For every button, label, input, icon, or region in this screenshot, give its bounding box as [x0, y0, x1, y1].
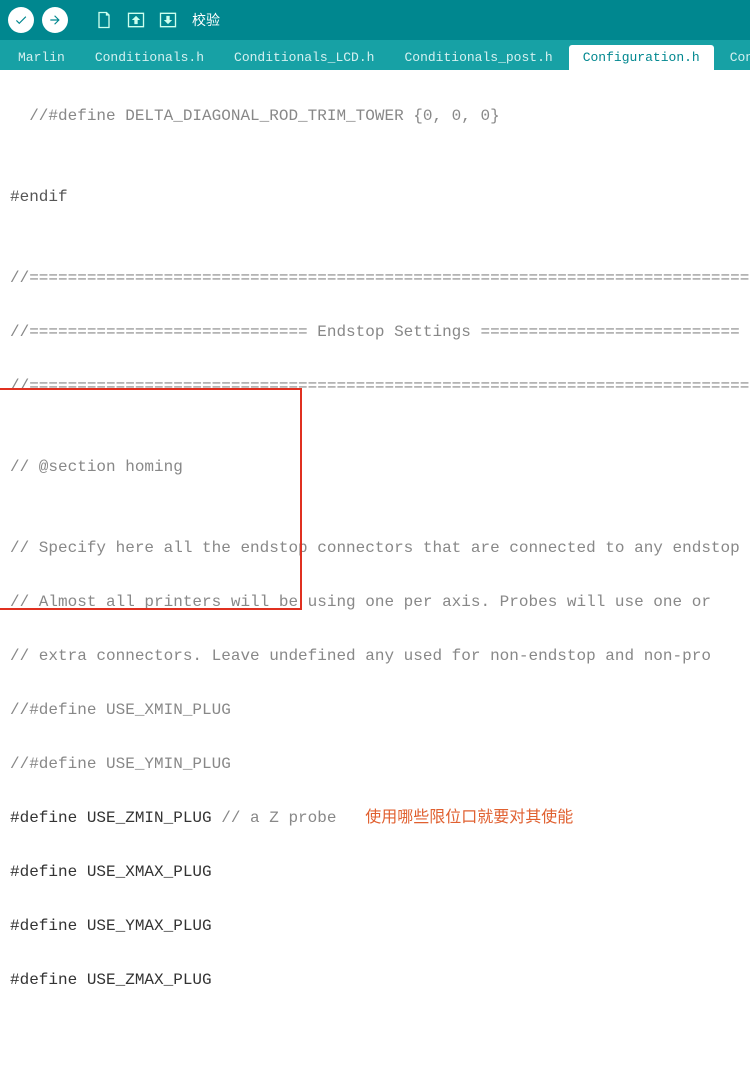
- code-line: #define USE_ZMIN_PLUG: [10, 809, 212, 827]
- arrow-right-icon: [48, 13, 62, 27]
- tab-conditionals-lcd[interactable]: Conditionals_LCD.h: [220, 45, 388, 70]
- code-editor[interactable]: //#define DELTA_DIAGONAL_ROD_TRIM_TOWER …: [0, 70, 750, 1081]
- tab-bar: Marlin Conditionals.h Conditionals_LCD.h…: [0, 40, 750, 70]
- file-icon: [94, 10, 114, 30]
- tab-conditionals-post[interactable]: Conditionals_post.h: [390, 45, 566, 70]
- tab-conditionals[interactable]: Conditionals.h: [81, 45, 218, 70]
- upload-button[interactable]: [42, 7, 68, 33]
- code-line: #define USE_ZMAX_PLUG: [10, 967, 740, 994]
- tab-configuration[interactable]: Configuration.h: [569, 45, 714, 70]
- arrow-up-icon: [126, 10, 146, 30]
- code-line: #define USE_YMAX_PLUG: [10, 913, 740, 940]
- code-line: #define USE_XMAX_PLUG: [10, 859, 740, 886]
- check-icon: [14, 13, 28, 27]
- tab-marlin[interactable]: Marlin: [4, 45, 79, 70]
- code-line: #endif: [10, 184, 740, 211]
- code-line: //#define USE_XMIN_PLUG: [10, 697, 740, 724]
- code-comment: // a Z probe: [212, 809, 366, 827]
- code-annotation: 使用哪些限位口就要对其使能: [365, 809, 573, 827]
- save-button[interactable]: [156, 8, 180, 32]
- arrow-down-icon: [158, 10, 178, 30]
- toolbar: 校验: [0, 0, 750, 40]
- code-line: //======================================…: [10, 373, 740, 400]
- code-line: // @section homing: [10, 454, 740, 481]
- open-button[interactable]: [124, 8, 148, 32]
- code-line: [10, 107, 29, 125]
- code-line: //#define DELTA_DIAGONAL_ROD_TRIM_TOWER …: [29, 107, 499, 125]
- code-line: // Almost all printers will be using one…: [10, 589, 740, 616]
- code-line: //============================= Endstop …: [10, 319, 740, 346]
- verify-button[interactable]: [8, 7, 34, 33]
- tab-configuration-adv[interactable]: Configuration_a: [716, 45, 750, 70]
- toolbar-tooltip-label: 校验: [192, 10, 220, 30]
- new-button[interactable]: [92, 8, 116, 32]
- highlight-box: [0, 388, 302, 610]
- code-line: //#define USE_YMIN_PLUG: [10, 751, 740, 778]
- code-line: // extra connectors. Leave undefined any…: [10, 643, 740, 670]
- code-line: // Specify here all the endstop connecto…: [10, 535, 740, 562]
- code-line: //======================================…: [10, 265, 740, 292]
